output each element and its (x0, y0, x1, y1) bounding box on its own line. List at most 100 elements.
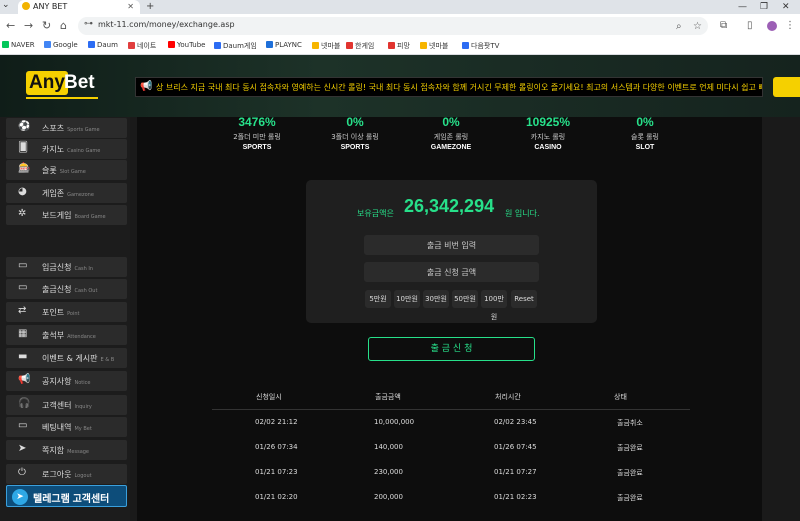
quick-amount-button[interactable]: 10만원 (394, 290, 420, 308)
logo-bet: Bet (64, 72, 95, 93)
notice-marquee: 📢 상 브리스 지금 국내 최다 동시 접속자와 영예하는 신시간 롤링! 국내… (135, 77, 763, 97)
sidebar-item[interactable]: ▭ 출금신청 Cash Out (6, 279, 127, 299)
sidebar-item-subtitle: Sports Game (67, 127, 100, 133)
browser-tab-strip: ⌄ ANY BET ✕ + — ❐ ✕ (0, 0, 800, 14)
reload-icon[interactable]: ↻ (42, 19, 51, 33)
page-scrollbar[interactable] (789, 117, 800, 521)
close-tab-icon[interactable]: ✕ (127, 0, 134, 14)
sidebar-item[interactable]: ⚽ 스포츠 Sports Game (6, 118, 127, 138)
sidebar-item[interactable]: 🎰 슬롯 Slot Game (6, 160, 127, 180)
extensions-icon[interactable]: ⧉ (720, 20, 727, 31)
bookmark-item[interactable]: Daum게임 (214, 41, 257, 51)
bookmark-favicon-icon (420, 42, 427, 49)
bookmark-item[interactable]: 넷마블 (420, 41, 448, 51)
sidebar-item-subtitle: Board Game (74, 214, 106, 220)
menu-kebab-icon[interactable]: ⋮ (785, 20, 795, 31)
sidebar-item[interactable]: ▭ 입금신청 Cash In (6, 257, 127, 277)
bookmark-favicon-icon (346, 42, 353, 49)
bookmark-item[interactable]: 넷마블 (312, 41, 340, 51)
bookmark-label: YouTube (177, 41, 206, 49)
quick-amount-button[interactable]: 100만원 (481, 290, 507, 321)
sidebar-item[interactable]: ▭ 베팅내역 My Bet (6, 417, 127, 437)
bookmark-item[interactable]: 피망 (388, 41, 410, 51)
new-tab-icon[interactable]: + (146, 0, 154, 14)
bookmark-item[interactable]: 한게임 (346, 41, 374, 51)
table-cell-processed: 01/21 07:27 (494, 468, 537, 476)
sidebar-item-label: 슬롯 Slot Game (42, 165, 86, 176)
tab-search-icon[interactable]: ⌄ (2, 0, 10, 10)
table-cell-processed: 01/21 02:23 (494, 493, 537, 501)
bookmark-item[interactable]: PLAYNC (266, 41, 302, 49)
telegram-support-button[interactable]: ➤ 텔레그램 고객센터 (6, 485, 127, 507)
site-info-icon[interactable]: ⊶ (84, 19, 93, 29)
sidebar-item[interactable]: 🂠 카지노 Casino Game (6, 139, 127, 159)
bookmark-item[interactable]: Google (44, 41, 78, 49)
side-panel-icon[interactable]: ▯ (747, 20, 753, 31)
favicon-icon (22, 2, 30, 10)
sidebar-item[interactable]: ✲ 보드게임 Board Game (6, 205, 127, 225)
sidebar-item[interactable]: ▬ 이벤트 & 게시판 E & B (6, 348, 127, 368)
slot-icon: 🎰 (18, 163, 31, 174)
sidebar-item-subtitle: Attendance (67, 334, 96, 340)
anybet-logo[interactable]: Any Bet (26, 71, 102, 99)
sidebar-item-subtitle: Cash Out (74, 288, 98, 294)
stat-value: 3476% (238, 117, 276, 127)
bookmark-item[interactable]: Daum (88, 41, 118, 49)
sidebar-item[interactable]: 🎧 고객센터 Inquiry (6, 395, 127, 415)
soccer-ball-icon: ⚽ (18, 121, 31, 132)
bookmark-favicon-icon (266, 41, 273, 48)
bookmark-item[interactable]: 다음팟TV (462, 41, 499, 51)
bookmark-item[interactable]: 네이트 (128, 41, 156, 51)
bookmark-star-icon[interactable]: ☆ (693, 21, 702, 32)
sidebar-item-subtitle: Inquiry (74, 404, 92, 410)
maximize-icon[interactable]: ❐ (760, 0, 768, 14)
quick-amount-button[interactable]: 50만원 (452, 290, 478, 308)
withdraw-amount-input[interactable] (364, 262, 539, 282)
sidebar: ⚽ 스포츠 Sports Game 🂠 카지노 Casino Game 🎰 슬롯 Slot Ga… (0, 117, 130, 521)
sidebar-item[interactable]: ⇄ 포인트 Point (6, 302, 127, 322)
cards-icon: 🂠 (18, 142, 29, 153)
point-icon: ⇄ (18, 305, 27, 316)
forward-icon[interactable]: → (24, 19, 33, 33)
sidebar-item[interactable]: ➤ 쪽지함 Message (6, 440, 127, 460)
sidebar-item-subtitle: Message (67, 449, 90, 455)
sidebar-item[interactable]: ⏻ 로그아웃 Logout (6, 464, 127, 484)
quick-amount-button[interactable]: 30만원 (423, 290, 449, 308)
bookmark-favicon-icon (214, 42, 221, 49)
sidebar-item-title: 슬롯 (42, 166, 57, 175)
browser-tab[interactable]: ANY BET ✕ (18, 0, 140, 14)
site-header: Any Bet 📢 상 브리스 지금 국내 최다 동시 접속자와 영예하는 신시… (0, 55, 800, 117)
telegram-icon: ➤ (12, 489, 28, 505)
address-bar[interactable]: ⊶ mkt-11.com/money/exchange.asp ⌕ ☆ (78, 17, 708, 35)
sidebar-item[interactable]: ◕ 게임존 Gamezone (6, 183, 127, 203)
withdraw-password-input[interactable] (364, 235, 539, 255)
reset-amount-button[interactable]: Reset (511, 290, 537, 308)
bookmark-label: 피망 (397, 42, 410, 50)
sidebar-item-label: 출석부 Attendance (42, 330, 96, 341)
bookmark-item[interactable]: YouTube (168, 41, 205, 49)
profile-avatar[interactable] (767, 21, 777, 31)
bookmark-favicon-icon (128, 42, 135, 49)
header-action-button[interactable] (773, 77, 800, 97)
bookmark-item[interactable]: NAVER (2, 41, 35, 49)
table-cell-status: 출금완료 (617, 494, 643, 502)
back-icon[interactable]: ← (6, 19, 15, 33)
bookmark-label: 한게임 (355, 42, 375, 50)
logo-any: Any (26, 71, 68, 95)
minimize-icon[interactable]: — (738, 0, 747, 14)
home-icon[interactable]: ⌂ (60, 19, 67, 33)
pacman-icon: ◕ (18, 186, 27, 197)
sidebar-item[interactable]: ▦ 출석부 Attendance (6, 325, 127, 345)
sidebar-item[interactable]: 📢 공지사항 Notice (6, 371, 127, 391)
rolling-stat: 0% 게임존 롤링 GAMEZONE (406, 117, 496, 151)
withdraw-submit-button[interactable]: 출 금 신 청 (368, 337, 535, 361)
close-window-icon[interactable]: ✕ (782, 0, 790, 14)
zoom-icon[interactable]: ⌕ (676, 21, 682, 32)
table-cell-status: 출금완료 (617, 444, 643, 452)
quick-amount-button[interactable]: 5만원 (365, 290, 391, 308)
sidebar-item-subtitle: Gamezone (67, 192, 94, 198)
bookmark-label: 다음팟TV (471, 42, 500, 50)
ticket-icon: ▭ (18, 420, 28, 431)
table-header-cell: 상태 (614, 393, 627, 401)
sidebar-item-subtitle: Notice (74, 380, 91, 386)
